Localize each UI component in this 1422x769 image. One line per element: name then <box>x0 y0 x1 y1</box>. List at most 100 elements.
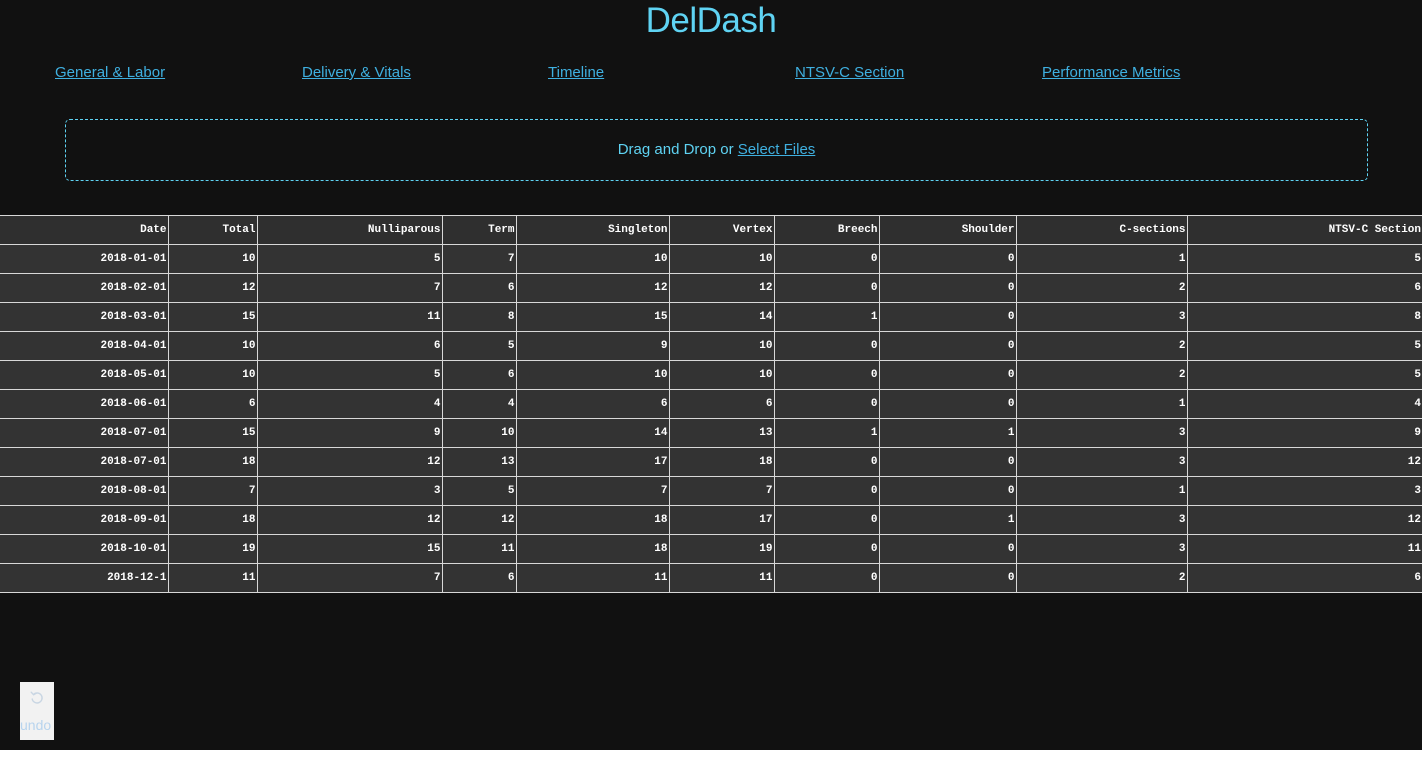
table-cell-term[interactable]: 12 <box>441 505 517 535</box>
table-cell-date[interactable]: 2018-07-01 <box>0 447 169 477</box>
table-cell-c-sections[interactable]: 2 <box>1015 331 1188 361</box>
nav-link-ntsv-c-section[interactable]: NTSV-C Section <box>795 63 904 83</box>
table-cell-ntsv-c-section[interactable]: 11 <box>1186 534 1422 564</box>
nav-link-general-labor[interactable]: General & Labor <box>55 63 165 83</box>
table-cell-total[interactable]: 19 <box>167 534 258 564</box>
table-cell-breech[interactable]: 0 <box>773 331 880 361</box>
table-cell-c-sections[interactable]: 2 <box>1015 563 1188 593</box>
table-cell-shoulder[interactable]: 0 <box>878 476 1017 506</box>
table-cell-date[interactable]: 2018-02-01 <box>0 273 169 303</box>
table-cell-shoulder[interactable]: 1 <box>878 505 1017 535</box>
table-cell-c-sections[interactable]: 2 <box>1015 273 1188 303</box>
column-header-vertex[interactable]: Vertex <box>668 215 775 245</box>
table-cell-shoulder[interactable]: 0 <box>878 331 1017 361</box>
table-cell-ntsv-c-section[interactable]: 4 <box>1186 389 1422 419</box>
table-cell-term[interactable]: 8 <box>441 302 517 332</box>
table-cell-c-sections[interactable]: 3 <box>1015 505 1188 535</box>
table-cell-ntsv-c-section[interactable]: 5 <box>1186 331 1422 361</box>
table-cell-c-sections[interactable]: 2 <box>1015 360 1188 390</box>
table-cell-term[interactable]: 4 <box>441 389 517 419</box>
table-cell-term[interactable]: 5 <box>441 476 517 506</box>
nav-link-performance-metrics[interactable]: Performance Metrics <box>1042 63 1180 83</box>
table-cell-shoulder[interactable]: 0 <box>878 389 1017 419</box>
table-cell-term[interactable]: 5 <box>441 331 517 361</box>
table-cell-term[interactable]: 7 <box>441 244 517 274</box>
table-cell-date[interactable]: 2018-08-01 <box>0 476 169 506</box>
column-header-shoulder[interactable]: Shoulder <box>878 215 1017 245</box>
table-cell-date[interactable]: 2018-05-01 <box>0 360 169 390</box>
table-cell-total[interactable]: 6 <box>167 389 258 419</box>
table-cell-total[interactable]: 10 <box>167 244 258 274</box>
table-cell-ntsv-c-section[interactable]: 9 <box>1186 418 1422 448</box>
table-cell-total[interactable]: 12 <box>167 273 258 303</box>
table-cell-shoulder[interactable]: 1 <box>878 418 1017 448</box>
table-cell-total[interactable]: 15 <box>167 418 258 448</box>
table-cell-ntsv-c-section[interactable]: 5 <box>1186 360 1422 390</box>
table-cell-c-sections[interactable]: 3 <box>1015 302 1188 332</box>
table-cell-nulliparous[interactable]: 4 <box>256 389 443 419</box>
table-cell-nulliparous[interactable]: 7 <box>256 563 443 593</box>
table-cell-date[interactable]: 2018-04-01 <box>0 331 169 361</box>
table-cell-breech[interactable]: 0 <box>773 534 880 564</box>
table-cell-ntsv-c-section[interactable]: 12 <box>1186 505 1422 535</box>
table-cell-nulliparous[interactable]: 9 <box>256 418 443 448</box>
column-header-c-sections[interactable]: C-sections <box>1015 215 1188 245</box>
table-cell-total[interactable]: 7 <box>167 476 258 506</box>
undo-button[interactable]: undo <box>20 682 54 740</box>
nav-link-delivery-vitals[interactable]: Delivery & Vitals <box>302 63 411 83</box>
table-cell-c-sections[interactable]: 1 <box>1015 389 1188 419</box>
table-cell-total[interactable]: 18 <box>167 447 258 477</box>
table-cell-ntsv-c-section[interactable]: 5 <box>1186 244 1422 274</box>
table-cell-nulliparous[interactable]: 15 <box>256 534 443 564</box>
table-cell-date[interactable]: 2018-01-01 <box>0 244 169 274</box>
table-cell-breech[interactable]: 0 <box>773 563 880 593</box>
table-cell-vertex[interactable]: 13 <box>668 418 775 448</box>
table-cell-singleton[interactable]: 10 <box>515 244 670 274</box>
column-header-date[interactable]: Date <box>0 215 169 245</box>
table-cell-singleton[interactable]: 15 <box>515 302 670 332</box>
table-cell-nulliparous[interactable]: 12 <box>256 505 443 535</box>
table-cell-breech[interactable]: 0 <box>773 273 880 303</box>
table-cell-date[interactable]: 2018-07-01 <box>0 418 169 448</box>
table-cell-ntsv-c-section[interactable]: 12 <box>1186 447 1422 477</box>
table-cell-c-sections[interactable]: 1 <box>1015 244 1188 274</box>
table-cell-nulliparous[interactable]: 5 <box>256 360 443 390</box>
table-cell-date[interactable]: 2018-10-01 <box>0 534 169 564</box>
table-cell-term[interactable]: 10 <box>441 418 517 448</box>
table-cell-singleton[interactable]: 6 <box>515 389 670 419</box>
table-cell-c-sections[interactable]: 3 <box>1015 447 1188 477</box>
column-header-total[interactable]: Total <box>167 215 258 245</box>
table-cell-singleton[interactable]: 14 <box>515 418 670 448</box>
table-cell-singleton[interactable]: 9 <box>515 331 670 361</box>
column-header-breech[interactable]: Breech <box>773 215 880 245</box>
table-cell-vertex[interactable]: 6 <box>668 389 775 419</box>
table-cell-vertex[interactable]: 17 <box>668 505 775 535</box>
select-files-link[interactable]: Select Files <box>738 141 816 158</box>
table-cell-nulliparous[interactable]: 7 <box>256 273 443 303</box>
table-cell-vertex[interactable]: 10 <box>668 360 775 390</box>
table-cell-term[interactable]: 13 <box>441 447 517 477</box>
file-upload-dropzone[interactable]: Drag and Drop or Select Files <box>65 119 1368 181</box>
table-cell-nulliparous[interactable]: 11 <box>256 302 443 332</box>
table-cell-c-sections[interactable]: 3 <box>1015 534 1188 564</box>
table-cell-nulliparous[interactable]: 12 <box>256 447 443 477</box>
table-cell-ntsv-c-section[interactable]: 6 <box>1186 563 1422 593</box>
table-cell-term[interactable]: 6 <box>441 360 517 390</box>
table-cell-singleton[interactable]: 18 <box>515 505 670 535</box>
table-cell-total[interactable]: 11 <box>167 563 258 593</box>
column-header-ntsv-c-section[interactable]: NTSV-C Section <box>1186 215 1422 245</box>
table-cell-total[interactable]: 10 <box>167 360 258 390</box>
table-cell-vertex[interactable]: 14 <box>668 302 775 332</box>
table-cell-ntsv-c-section[interactable]: 3 <box>1186 476 1422 506</box>
table-cell-c-sections[interactable]: 3 <box>1015 418 1188 448</box>
table-cell-shoulder[interactable]: 0 <box>878 244 1017 274</box>
table-cell-singleton[interactable]: 17 <box>515 447 670 477</box>
table-cell-singleton[interactable]: 11 <box>515 563 670 593</box>
table-cell-vertex[interactable]: 19 <box>668 534 775 564</box>
table-cell-c-sections[interactable]: 1 <box>1015 476 1188 506</box>
nav-link-timeline[interactable]: Timeline <box>548 63 604 83</box>
table-cell-term[interactable]: 11 <box>441 534 517 564</box>
table-cell-shoulder[interactable]: 0 <box>878 563 1017 593</box>
table-cell-breech[interactable]: 1 <box>773 302 880 332</box>
table-cell-nulliparous[interactable]: 5 <box>256 244 443 274</box>
